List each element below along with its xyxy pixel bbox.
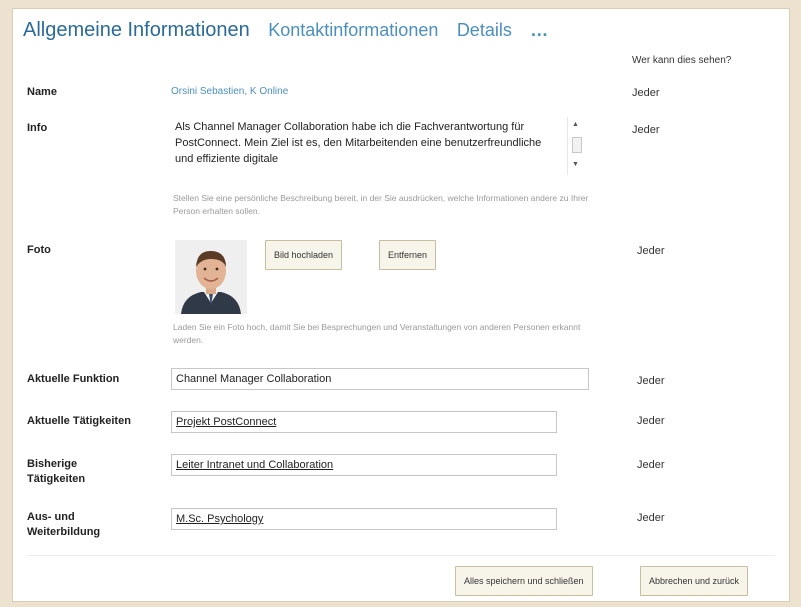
aktuelle-taetigkeiten-input[interactable] bbox=[171, 411, 557, 433]
foto-hint: Laden Sie ein Foto hoch, damit Sie bei B… bbox=[173, 322, 581, 345]
bisherige-taetigkeiten-label-line2: Tätigkeiten bbox=[27, 473, 86, 485]
visibility-column-header: Wer kann dies sehen? bbox=[632, 55, 732, 66]
ausbildung-input[interactable] bbox=[171, 508, 557, 530]
tab-allgemeine-informationen[interactable]: Allgemeine Informationen bbox=[23, 19, 250, 42]
foto-visibility: Jeder bbox=[637, 245, 665, 257]
bisherige-taetigkeiten-label-line1: Bisherige bbox=[27, 458, 78, 470]
profile-photo bbox=[175, 240, 247, 314]
profile-edit-panel: Allgemeine Informationen Kontaktinformat… bbox=[12, 8, 790, 602]
ausbildung-label-line2: Weiterbildung bbox=[27, 526, 101, 538]
info-textarea[interactable]: Als Channel Manager Collaboration habe i… bbox=[171, 117, 565, 175]
tab-bar: Allgemeine Informationen Kontaktinformat… bbox=[23, 19, 563, 51]
aktuelle-taetigkeiten-label: Aktuelle Tätigkeiten bbox=[27, 415, 131, 427]
ausbildung-label: Aus- und Weiterbildung bbox=[27, 510, 100, 540]
name-value[interactable]: Orsini Sebastien, K Online bbox=[171, 86, 288, 97]
info-scrollbar[interactable]: ▲ ▼ bbox=[567, 117, 584, 175]
upload-photo-button[interactable]: Bild hochladen bbox=[265, 240, 343, 270]
info-visibility: Jeder bbox=[632, 124, 660, 136]
scroll-thumb[interactable] bbox=[572, 137, 582, 153]
info-text: Als Channel Manager Collaboration habe i… bbox=[175, 121, 542, 165]
profile-photo-image bbox=[175, 240, 247, 314]
aktuelle-taetigkeiten-visibility: Jeder bbox=[637, 415, 665, 427]
info-hint: Stellen Sie eine persönliche Beschreibun… bbox=[173, 193, 589, 216]
tab-details[interactable]: Details bbox=[457, 20, 512, 41]
scroll-down-icon[interactable]: ▼ bbox=[572, 161, 579, 168]
tab-kontaktinformationen[interactable]: Kontaktinformationen bbox=[268, 20, 438, 41]
info-label: Info bbox=[27, 122, 48, 134]
name-visibility: Jeder bbox=[632, 87, 660, 99]
tab-more[interactable]: … bbox=[530, 20, 549, 41]
aktuelle-funktion-label: Aktuelle Funktion bbox=[27, 373, 120, 385]
save-and-close-button[interactable]: Alles speichern und schließen bbox=[455, 566, 593, 596]
remove-photo-button[interactable]: Entfernen bbox=[379, 240, 437, 270]
foto-label: Foto bbox=[27, 244, 51, 256]
bisherige-taetigkeiten-label: Bisherige Tätigkeiten bbox=[27, 457, 85, 487]
ausbildung-visibility: Jeder bbox=[637, 512, 665, 524]
name-label: Name bbox=[27, 86, 57, 98]
aktuelle-funktion-input[interactable] bbox=[171, 368, 589, 390]
ausbildung-label-line1: Aus- und bbox=[27, 511, 75, 523]
aktuelle-funktion-visibility: Jeder bbox=[637, 375, 665, 387]
footer-divider bbox=[27, 555, 775, 556]
scroll-up-icon[interactable]: ▲ bbox=[572, 121, 579, 128]
bisherige-taetigkeiten-visibility: Jeder bbox=[637, 459, 665, 471]
cancel-and-back-button[interactable]: Abbrechen und zurück bbox=[640, 566, 749, 596]
bisherige-taetigkeiten-input[interactable] bbox=[171, 454, 557, 476]
